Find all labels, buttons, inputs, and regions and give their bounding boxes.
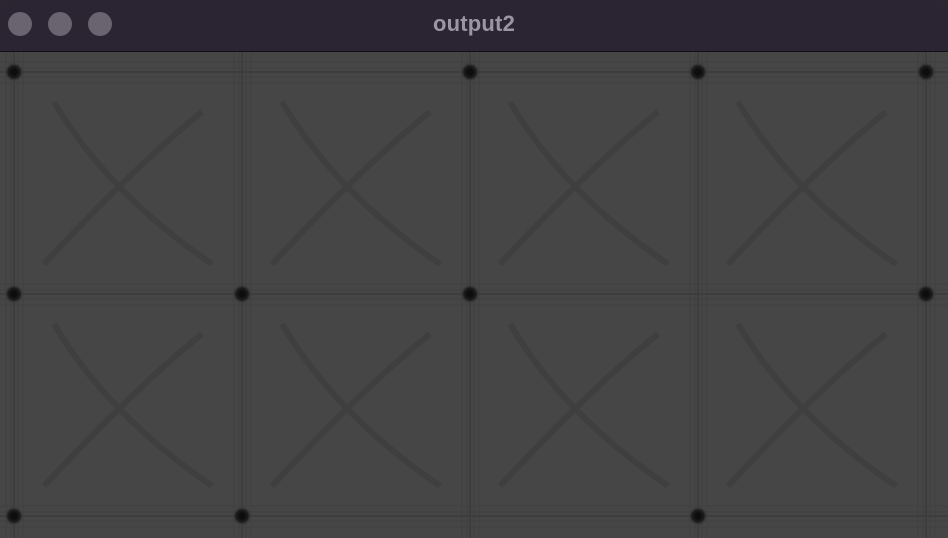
title-bar[interactable]: output2 <box>0 0 948 52</box>
junction-dot-core <box>10 512 18 520</box>
pattern-image <box>0 52 948 538</box>
junction-dot-core <box>238 512 246 520</box>
junction-dot-core <box>238 290 246 298</box>
app-window: output2 <box>0 0 948 538</box>
junction-dot-core <box>922 290 930 298</box>
window-title: output2 <box>432 11 516 36</box>
junction-dot-core <box>466 68 474 76</box>
image-canvas <box>0 52 948 538</box>
junction-dot-core <box>10 68 18 76</box>
junction-dot-core <box>694 512 702 520</box>
junction-dot-core <box>922 68 930 76</box>
junction-dot-core <box>466 290 474 298</box>
junction-dot-core <box>694 68 702 76</box>
junction-dot-core <box>10 290 18 298</box>
